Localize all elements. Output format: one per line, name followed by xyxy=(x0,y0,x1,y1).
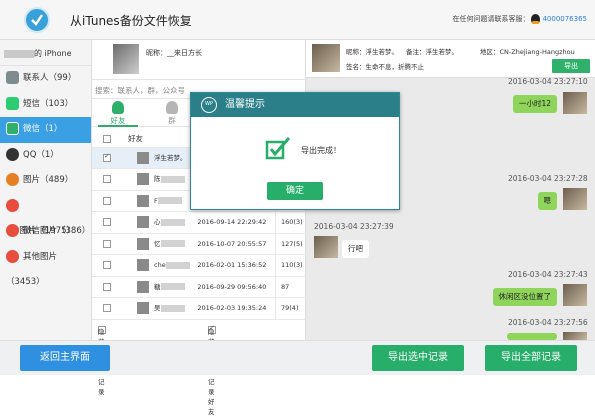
my-nickname: 昵称：__来日方长 xyxy=(146,49,202,57)
row-checkbox[interactable] xyxy=(103,304,111,313)
contact-avatar xyxy=(312,44,340,72)
row-checkbox[interactable] xyxy=(103,239,111,248)
sidebar-item-other-photos[interactable]: 其他图片（3453） xyxy=(0,245,91,287)
contact-signature: 签名：生命不息，折腾不止 xyxy=(346,63,424,71)
table-row[interactable]: 吴 2016-02-03 19:35:24 79(4) xyxy=(92,297,306,320)
row-checkbox[interactable] xyxy=(103,152,111,162)
message-time: 2016-03-04 23:27:28 xyxy=(508,174,588,183)
avatar xyxy=(137,280,149,293)
message-time: 2016-03-04 23:27:56 xyxy=(508,318,588,327)
support-phone-link[interactable]: 4000076365 xyxy=(542,15,587,23)
avatar xyxy=(137,151,149,164)
export-chat-button[interactable]: 导出 xyxy=(552,59,590,73)
dialog-title: 温馨提示 xyxy=(225,99,265,110)
row-checkbox[interactable] xyxy=(103,196,111,205)
ok-button[interactable]: 确定 xyxy=(267,182,323,200)
avatar xyxy=(563,332,587,340)
success-check-icon xyxy=(265,136,291,162)
other-photos-icon xyxy=(6,249,19,263)
sidebar-item-wechat-photos[interactable]: 微信图片（386） xyxy=(0,219,91,245)
qq-icon xyxy=(6,147,19,161)
sms-icon xyxy=(6,96,19,110)
my-profile: 昵称：__来日方长 xyxy=(92,40,305,80)
contacts-icon xyxy=(6,71,19,84)
sidebar-item-photos[interactable]: 图片（489） xyxy=(0,168,91,194)
title-bar: 从iTunes备份文件恢复 在任何问题请联系客服： 4000076365 xyxy=(0,0,595,40)
row-checkbox[interactable] xyxy=(103,261,111,270)
device-name: 的 iPhone xyxy=(0,40,91,66)
message-bubble xyxy=(507,333,557,340)
footer-bar: 返回主界面 导出选中记录 导出全部记录 xyxy=(0,340,595,375)
wp-logo-icon: WP xyxy=(201,97,217,113)
avatar xyxy=(563,92,587,114)
avatar xyxy=(137,237,149,250)
message-bubble: 嗯 xyxy=(537,192,557,210)
app-title: 从iTunes备份文件恢复 xyxy=(70,14,192,28)
message-time: 2016-03-04 23:27:39 xyxy=(314,222,394,231)
avatar xyxy=(137,259,149,272)
sidebar-item-sms[interactable]: 短信（103） xyxy=(0,92,91,118)
contact-nickname: 昵称：浮生若梦。 xyxy=(346,48,398,56)
qq-icon xyxy=(531,14,541,24)
sidebar-item-contacts[interactable]: 联系人（99） xyxy=(0,66,91,92)
tab-friends[interactable]: 好友 xyxy=(98,99,138,127)
avatar xyxy=(563,188,587,210)
select-all-checkbox[interactable] xyxy=(103,135,111,144)
app-logo-icon xyxy=(24,7,50,33)
dialog-message: 导出完成！ xyxy=(301,146,341,155)
wechat-photos-icon xyxy=(6,224,19,237)
message-time: 2016-03-04 23:27:43 xyxy=(508,270,588,279)
photos-icon xyxy=(6,173,19,186)
table-row[interactable]: 糖 2016-09-29 09:56:40 87 xyxy=(92,276,306,298)
sidebar-item-qq-photos[interactable]: QQ图片（1975） xyxy=(0,194,91,236)
message-bubble: 行吧 xyxy=(342,240,369,258)
avatar xyxy=(137,302,149,315)
avatar xyxy=(137,173,149,186)
row-checkbox[interactable] xyxy=(103,282,111,291)
dialog-header: WP 温馨提示 xyxy=(191,93,399,117)
qq-photos-icon xyxy=(6,198,19,212)
contact-remark: 备注：浮生若梦。 xyxy=(406,48,458,56)
person-icon xyxy=(112,101,124,114)
table-row[interactable]: che 2016-02-01 15:36:52 110(3) xyxy=(92,254,306,277)
table-row[interactable]: 心 2016-09-14 22:29:42 160(3) xyxy=(92,211,306,234)
tab-groups[interactable]: 群 xyxy=(152,99,192,127)
avatar xyxy=(137,194,149,207)
support-info: 在任何问题请联系客服： 4000076365 xyxy=(452,14,587,24)
avatar xyxy=(314,236,338,258)
my-avatar xyxy=(113,44,139,74)
sidebar: 的 iPhone 联系人（99） 短信（103） 微信（1） QQ（1） 图片（… xyxy=(0,40,92,340)
row-checkbox[interactable] xyxy=(103,218,111,227)
table-row[interactable]: 忆 2016-10-07 20:55:57 127(5) xyxy=(92,233,306,255)
export-complete-dialog: WP 温馨提示 导出完成！ 确定 xyxy=(190,92,400,210)
support-text: 在任何问题请联系客服： xyxy=(452,15,530,23)
message-bubble: 一小时12 xyxy=(512,95,557,113)
row-checkbox[interactable] xyxy=(103,175,111,184)
export-all-button[interactable]: 导出全部记录 xyxy=(485,345,577,371)
device-name-blur xyxy=(4,49,34,58)
sidebar-item-qq[interactable]: QQ（1） xyxy=(0,143,91,169)
back-to-main-button[interactable]: 返回主界面 xyxy=(20,345,110,371)
export-selected-button[interactable]: 导出选中记录 xyxy=(372,345,464,371)
group-icon xyxy=(166,101,178,114)
sidebar-item-wechat[interactable]: 微信（1） xyxy=(0,117,91,143)
avatar xyxy=(137,216,149,229)
message-time: 2016-03-04 23:27:10 xyxy=(508,77,588,86)
message-bubble: 休闲区没位置了 xyxy=(492,288,557,306)
chat-header: 昵称：浮生若梦。 备注：浮生若梦。 地区：CN-Zhejiang-Hangzho… xyxy=(306,40,595,78)
contact-region: 地区：CN-Zhejiang-Hangzhou xyxy=(480,48,575,56)
avatar xyxy=(563,284,587,306)
wechat-icon xyxy=(6,122,19,135)
